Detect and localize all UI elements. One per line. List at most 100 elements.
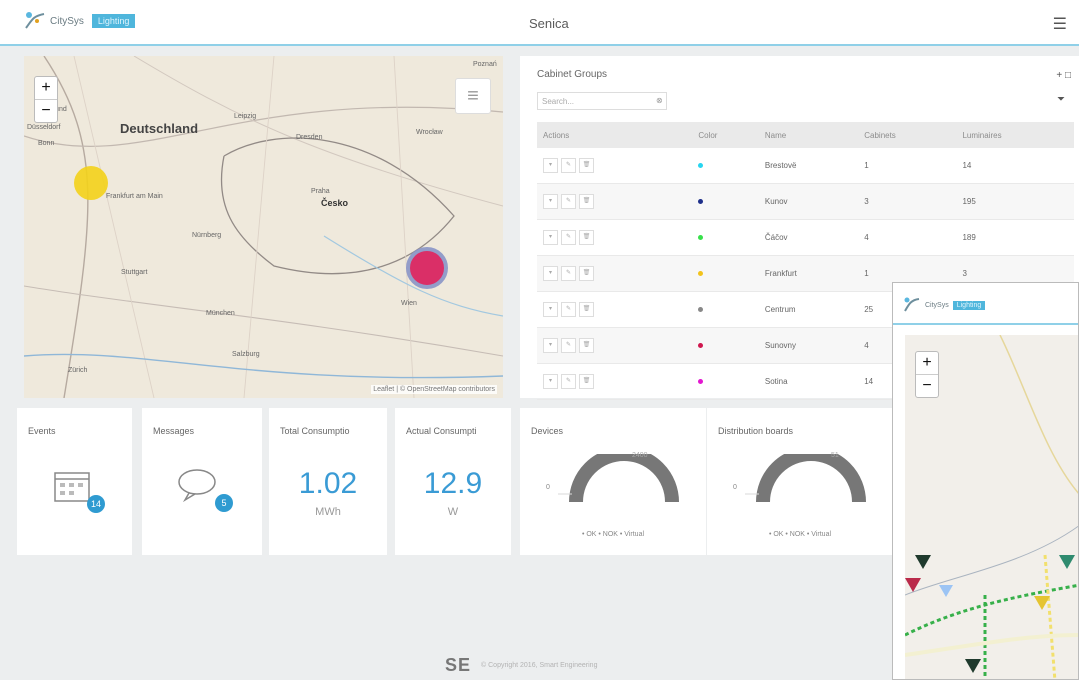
brand-logo[interactable]: CitySys Lighting [24, 10, 136, 32]
color-cell [692, 219, 759, 256]
overlay-zoom-control: + − [915, 351, 939, 398]
actions-cell: ▾ ✎ 🗑 [537, 148, 693, 184]
color-cell [692, 327, 759, 364]
zoom-in-button[interactable]: + [35, 77, 57, 100]
view-button[interactable]: ▾ [543, 338, 558, 353]
layers-icon[interactable]: ≡ [455, 78, 491, 114]
map-zoom-control: + − [34, 76, 58, 123]
actions-cell: ▾ ✎ 🗑 [537, 327, 693, 364]
label-zurich: Zürich [68, 367, 88, 374]
view-button[interactable]: ▾ [543, 302, 558, 317]
color-cell [692, 255, 759, 292]
total-consumption-widget[interactable]: Total Consumptio 1.02 MWh [269, 408, 387, 555]
view-button[interactable]: ▾ [543, 374, 558, 389]
mobile-preview-overlay[interactable]: CitySys Lighting + − [892, 282, 1079, 680]
view-button[interactable]: ▾ [543, 266, 558, 281]
map-attribution[interactable]: Leaflet | © OpenStreetMap contributors [371, 385, 497, 394]
overlay-brand-name: CitySys [925, 301, 949, 309]
col-luminaires[interactable]: Luminaires [956, 122, 1074, 148]
cabinets-cell: 1 [858, 148, 957, 184]
col-cabinets[interactable]: Cabinets [858, 122, 957, 148]
actions-cell: ▾ ✎ 🗑 [537, 219, 693, 256]
footer-copyright: © Copyright 2016, Smart Engineering [481, 662, 598, 669]
delete-icon[interactable]: 🗑 [579, 158, 594, 173]
col-name[interactable]: Name [758, 122, 859, 148]
delete-icon[interactable]: 🗑 [579, 266, 594, 281]
col-actions[interactable]: Actions [537, 122, 693, 148]
map-canvas[interactable] [24, 56, 503, 398]
events-widget[interactable]: Events 14 [17, 408, 132, 555]
view-button[interactable]: ▾ [543, 194, 558, 209]
expand-icon[interactable]: □ [1065, 70, 1071, 81]
footer: SE © Copyright 2016, Smart Engineering [445, 655, 597, 676]
total-consumption-unit: MWh [315, 506, 341, 518]
label-wroclaw: Wrocław [416, 129, 443, 136]
label-dusseldorf: Düsseldorf [27, 124, 61, 131]
overlay-zoom-in-button[interactable]: + [916, 352, 938, 375]
overlay-brand: CitySys Lighting [903, 296, 986, 314]
edit-icon[interactable]: ✎ [561, 374, 576, 389]
edit-icon[interactable]: ✎ [561, 230, 576, 245]
marker-frankfurt[interactable] [74, 166, 108, 200]
gauge-min-label: 0 [733, 484, 737, 491]
color-dot [698, 163, 704, 168]
boards-gauge: 0 51 [733, 447, 881, 514]
gauge-max-label: 51 [831, 452, 839, 459]
search-input[interactable]: Search... [537, 92, 667, 110]
widget-title: Events [28, 426, 56, 436]
map-panel[interactable]: Deutschland Česko Frankfurt am Main Nürn… [24, 56, 503, 398]
color-dot [698, 235, 704, 240]
label-wien: Wien [401, 300, 417, 307]
actions-cell: ▾ ✎ 🗑 [537, 291, 693, 328]
devices-gauge: 0 2400 [546, 447, 694, 514]
label-cesko: Česko [321, 198, 349, 208]
delete-icon[interactable]: 🗑 [579, 338, 594, 353]
distribution-boards-widget[interactable]: Distribution boards 0 51 • OK • NOK • Vi… [707, 408, 893, 555]
table-row[interactable]: ▾ ✎ 🗑 Čáčov 4 189 [537, 219, 1074, 256]
clear-icon[interactable]: ⊗ [656, 96, 1071, 105]
add-icon[interactable]: + [1056, 70, 1062, 81]
marker-senica[interactable] [406, 247, 448, 289]
name-cell: Čáčov [758, 219, 859, 256]
label-dresden: Dresden [296, 134, 323, 141]
total-consumption-value: 1.02 [298, 467, 358, 500]
color-dot [698, 199, 704, 204]
overlay-zoom-out-button[interactable]: − [916, 375, 938, 397]
delete-icon[interactable]: 🗑 [579, 194, 594, 209]
overlay-top-bar: CitySys Lighting [893, 283, 1078, 325]
col-color[interactable]: Color [692, 122, 759, 148]
color-dot [698, 379, 704, 384]
edit-icon[interactable]: ✎ [561, 338, 576, 353]
table-row[interactable]: ▾ ✎ 🗑 Brestovë 1 14 [537, 148, 1074, 184]
gauge-min-label: 0 [546, 484, 550, 491]
delete-icon[interactable]: 🗑 [579, 230, 594, 245]
overlay-map[interactable]: + − [905, 335, 1078, 679]
edit-icon[interactable]: ✎ [561, 194, 576, 209]
page-title: Senica [529, 16, 569, 31]
filter-icon[interactable]: ⏷ [1057, 94, 1065, 105]
delete-icon[interactable]: 🗑 [579, 302, 594, 317]
view-button[interactable]: ▾ [543, 230, 558, 245]
label-leipzig: Leipzig [234, 113, 257, 120]
calendar-icon [54, 472, 90, 502]
events-count-badge: 14 [87, 495, 105, 513]
messages-widget[interactable]: Messages 5 [142, 408, 262, 555]
panel-actions: + □ [1056, 70, 1071, 81]
label-salzburg: Salzburg [232, 351, 260, 358]
devices-widget[interactable]: Devices 0 2400 • OK • NOK • Virtual [520, 408, 706, 555]
messages-count-badge: 5 [215, 494, 233, 512]
delete-icon[interactable]: 🗑 [579, 374, 594, 389]
zoom-out-button[interactable]: − [35, 100, 57, 122]
view-button[interactable]: ▾ [543, 158, 558, 173]
actions-cell: ▾ ✎ 🗑 [537, 255, 693, 292]
brand-tag: Lighting [91, 14, 136, 28]
table-row[interactable]: ▾ ✎ 🗑 Kunov 3 195 [537, 183, 1074, 220]
hamburger-icon[interactable]: ☰ [1053, 14, 1067, 34]
name-cell: Sunovny [758, 327, 859, 364]
edit-icon[interactable]: ✎ [561, 158, 576, 173]
edit-icon[interactable]: ✎ [561, 266, 576, 281]
actual-consumption-widget[interactable]: Actual Consumpti 12.9 W [395, 408, 511, 555]
gauge-max-label: 2400 [632, 452, 648, 459]
edit-icon[interactable]: ✎ [561, 302, 576, 317]
label-poznan: Poznań [473, 61, 497, 68]
